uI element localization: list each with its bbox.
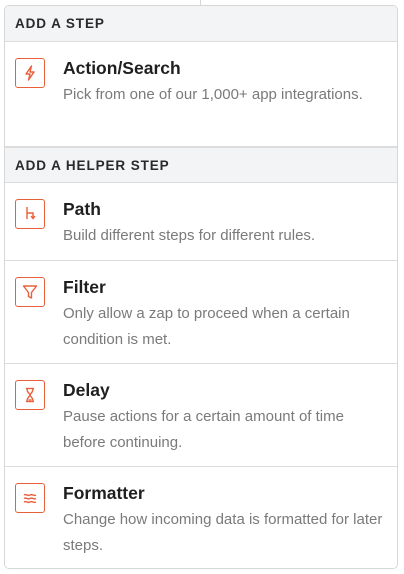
step-option-description: Change how incoming data is formatted fo…	[63, 511, 383, 554]
step-option-filter[interactable]: Filter Only allow a zap to proceed when …	[5, 261, 397, 364]
path-branch-icon	[15, 199, 45, 229]
step-option-title: Formatter	[63, 483, 145, 503]
filter-funnel-icon	[15, 277, 45, 307]
step-option-description: Pick from one of our 1,000+ app integrat…	[63, 86, 363, 103]
hourglass-icon	[15, 380, 45, 410]
step-option-path[interactable]: Path Build different steps for different…	[5, 183, 397, 261]
step-option-title: Filter	[63, 277, 106, 297]
step-picker-panel: ADD A STEP Action/Search Pick from one o…	[4, 5, 398, 569]
lightning-bolt-icon	[15, 58, 45, 88]
step-option-title: Action/Search	[63, 58, 181, 78]
step-option-description: Pause actions for a certain amount of ti…	[63, 408, 344, 451]
step-option-description: Build different steps for different rule…	[63, 227, 316, 244]
step-option-title: Path	[63, 199, 101, 219]
section-header-add-helper-step: ADD A HELPER STEP	[5, 147, 397, 183]
step-option-action-search[interactable]: Action/Search Pick from one of our 1,000…	[5, 42, 397, 147]
step-option-formatter[interactable]: Formatter Change how incoming data is fo…	[5, 467, 397, 568]
step-option-title: Delay	[63, 380, 110, 400]
step-option-description: Only allow a zap to proceed when a certa…	[63, 305, 350, 348]
section-header-add-step: ADD A STEP	[5, 6, 397, 42]
step-option-delay[interactable]: Delay Pause actions for a certain amount…	[5, 364, 397, 467]
formatter-waves-icon	[15, 483, 45, 513]
